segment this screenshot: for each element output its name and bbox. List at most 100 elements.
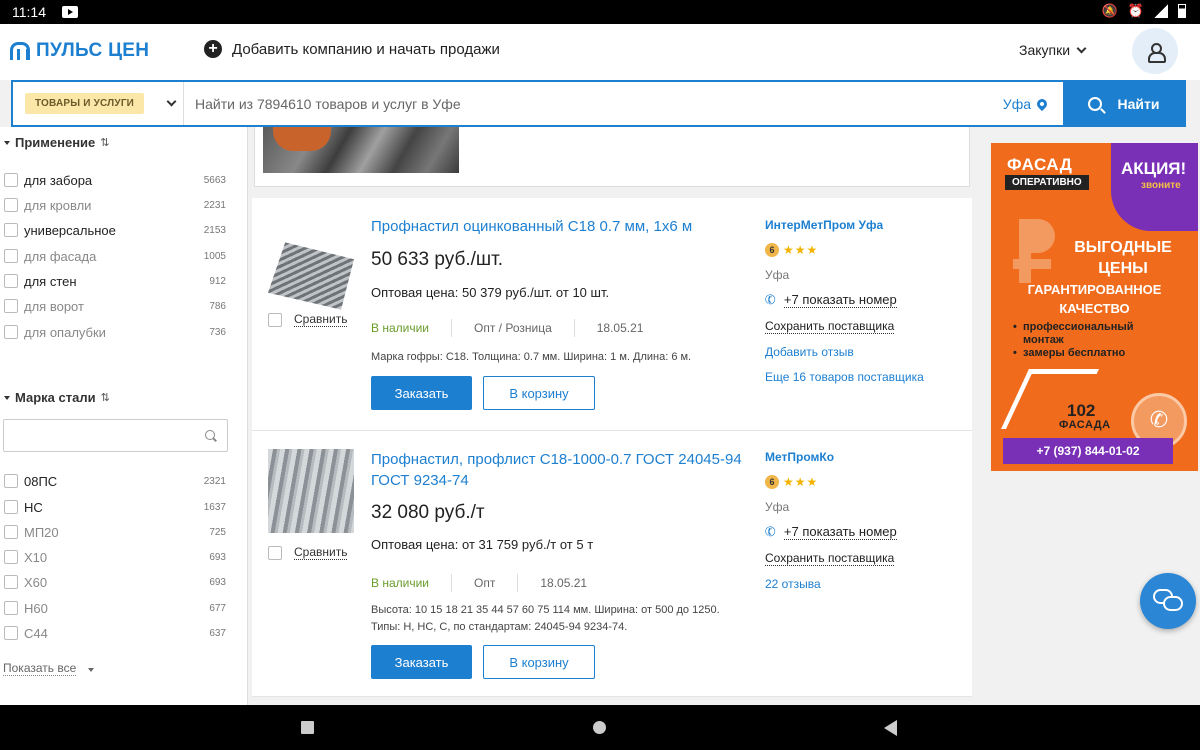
checkbox[interactable] bbox=[4, 173, 18, 187]
sort-icon[interactable]: ⇅ bbox=[100, 136, 109, 149]
checkbox[interactable] bbox=[4, 325, 18, 339]
filter-option[interactable]: для забора 5663 bbox=[4, 170, 226, 190]
filter-option-label: для фасада bbox=[24, 248, 97, 264]
checkbox[interactable] bbox=[4, 198, 18, 212]
home-icon[interactable] bbox=[593, 721, 606, 734]
ad-banner[interactable]: ФАСАД ОПЕРАТИВНО АКЦИЯ! звоните ВЫГОДНЫЕ… bbox=[991, 143, 1198, 471]
checkbox[interactable] bbox=[4, 626, 18, 640]
chat-button[interactable] bbox=[1140, 573, 1196, 629]
purchases-dropdown[interactable]: Закупки bbox=[1019, 42, 1087, 58]
chevron-down-icon bbox=[166, 96, 177, 107]
filter-option[interactable]: для фасада 1005 bbox=[4, 246, 226, 266]
checkbox[interactable] bbox=[4, 525, 18, 539]
compare-toggle[interactable]: Сравнить bbox=[268, 312, 348, 327]
product-description: Высота: 10 15 18 21 35 44 57 60 75 114 м… bbox=[371, 602, 751, 636]
add-to-cart-button[interactable]: В корзину bbox=[483, 376, 595, 410]
filter-option[interactable]: С44 637 bbox=[4, 623, 226, 643]
filter-option[interactable]: для опалубки 736 bbox=[4, 322, 226, 342]
previous-product-card bbox=[254, 127, 970, 187]
user-account-button[interactable] bbox=[1132, 28, 1178, 74]
checkbox[interactable] bbox=[4, 550, 18, 564]
filter-option[interactable]: Х60 693 bbox=[4, 572, 226, 592]
wholesale-price: Оптовая цена: от 31 759 руб./т от 5 т bbox=[371, 537, 594, 552]
show-phone-label: +7 показать номер bbox=[783, 292, 897, 308]
filter-option[interactable]: НС 1637 bbox=[4, 497, 226, 517]
filter-title-application[interactable]: Применение ⇅ bbox=[4, 135, 110, 150]
compare-checkbox[interactable] bbox=[268, 312, 282, 327]
product-meta: В наличии Опт 18.05.21 bbox=[371, 574, 587, 592]
filter-option[interactable]: 08ПС 2321 bbox=[4, 471, 226, 491]
city-selector[interactable]: Уфа bbox=[1003, 82, 1063, 125]
product-title-link[interactable]: Профнастил оцинкованный С18 0.7 мм, 1х6 … bbox=[371, 216, 751, 237]
checkbox[interactable] bbox=[4, 601, 18, 615]
search-input[interactable] bbox=[184, 82, 1003, 125]
product-title-link[interactable]: Профнастил, профлист С18-1000-0.7 ГОСТ 2… bbox=[371, 449, 751, 491]
sale-type: Опт / Розница bbox=[474, 321, 552, 335]
back-icon[interactable] bbox=[884, 720, 897, 736]
compare-checkbox[interactable] bbox=[268, 545, 282, 560]
filter-title-steel[interactable]: Марка стали ⇅ bbox=[4, 390, 110, 405]
ad-subheadline-line: ГАРАНТИРОВАННОЕ bbox=[1027, 282, 1162, 297]
save-supplier-link[interactable]: Сохранить поставщика bbox=[765, 319, 895, 334]
save-supplier-link[interactable]: Сохранить поставщика bbox=[765, 551, 895, 566]
checkbox[interactable] bbox=[4, 274, 18, 288]
reviews-link[interactable]: 22 отзыва bbox=[765, 577, 821, 591]
sort-icon[interactable]: ⇅ bbox=[101, 391, 110, 404]
order-button[interactable]: Заказать bbox=[371, 376, 472, 410]
checkbox[interactable] bbox=[4, 223, 18, 237]
filter-option-label: НС bbox=[24, 499, 43, 515]
checkbox[interactable] bbox=[4, 500, 18, 514]
product-description: Марка гофры: С18. Толщина: 0.7 мм. Ширин… bbox=[371, 351, 692, 363]
filter-option[interactable]: Н60 677 bbox=[4, 598, 226, 618]
filter-option[interactable]: для кровли 2231 bbox=[4, 195, 226, 215]
compare-toggle[interactable]: Сравнить bbox=[268, 545, 348, 560]
star-rating-icon: ★★★ bbox=[783, 243, 819, 257]
checkbox[interactable] bbox=[4, 249, 18, 263]
product-image[interactable] bbox=[263, 127, 459, 173]
filter-option[interactable]: для ворот 786 bbox=[4, 296, 226, 316]
filter-option-count: 637 bbox=[209, 627, 226, 639]
supplier-link[interactable]: ИнтерМетПром Уфа bbox=[765, 218, 883, 232]
checkbox[interactable] bbox=[4, 474, 18, 488]
android-nav-bar bbox=[0, 705, 1200, 750]
product-image[interactable] bbox=[268, 242, 354, 310]
filter-option-label: для опалубки bbox=[24, 324, 106, 340]
filter-option-label: С44 bbox=[24, 625, 48, 641]
checkbox[interactable] bbox=[4, 299, 18, 313]
product-image[interactable] bbox=[268, 449, 354, 533]
show-phone-button[interactable]: ✆ +7 показать номер bbox=[762, 290, 897, 309]
add-review-link[interactable]: Добавить отзыв bbox=[765, 345, 854, 359]
search-bar: ТОВАРЫ И УСЛУГИ Уфа Найти bbox=[11, 80, 1186, 127]
show-phone-button[interactable]: ✆ +7 показать номер bbox=[763, 523, 897, 540]
filter-option-label: Х60 bbox=[24, 574, 48, 590]
ad-logo-number: 102 bbox=[1067, 401, 1096, 420]
phone-icon: ✆ bbox=[762, 290, 778, 309]
supplier-link[interactable]: МетПромКо bbox=[765, 450, 834, 464]
star-rating-icon: ★★★ bbox=[783, 475, 819, 489]
add-company-link[interactable]: + Добавить компанию и начать продажи bbox=[204, 40, 500, 58]
category-select[interactable]: ТОВАРЫ И УСЛУГИ bbox=[13, 82, 184, 125]
steel-search-input[interactable] bbox=[3, 419, 228, 452]
filter-option-label: Х10 bbox=[24, 549, 48, 565]
filter-title-label: Марка стали bbox=[15, 390, 96, 405]
filter-option[interactable]: универсальное 2153 bbox=[4, 220, 226, 240]
order-button[interactable]: Заказать bbox=[371, 645, 472, 679]
recent-apps-icon[interactable] bbox=[301, 721, 314, 734]
ad-subheadline: ГАРАНТИРОВАННОЕ КАЧЕСТВО bbox=[991, 280, 1198, 318]
ad-promo-subtitle: звоните bbox=[1141, 180, 1181, 191]
more-supplier-products-link[interactable]: Еще 16 товаров поставщика bbox=[765, 370, 924, 384]
checkbox[interactable] bbox=[4, 575, 18, 589]
youtube-notification-icon bbox=[62, 6, 78, 18]
filter-option-count: 1005 bbox=[203, 250, 226, 262]
filter-option[interactable]: для стен 912 bbox=[4, 271, 226, 291]
add-to-cart-button[interactable]: В корзину bbox=[483, 645, 595, 679]
filter-option[interactable]: МП20 725 bbox=[4, 522, 226, 542]
show-all-link[interactable]: Показать все bbox=[3, 661, 77, 676]
site-logo[interactable]: ПУЛЬС ЦЕН bbox=[10, 40, 149, 62]
ad-benefit: профессиональныймонтаж bbox=[1013, 321, 1134, 347]
chat-bubble-icon bbox=[1163, 596, 1183, 611]
supplier-city: Уфа bbox=[765, 268, 790, 282]
filter-option-count: 1637 bbox=[203, 501, 226, 513]
filter-option[interactable]: Х10 693 bbox=[4, 547, 226, 567]
search-button[interactable]: Найти bbox=[1063, 82, 1184, 125]
